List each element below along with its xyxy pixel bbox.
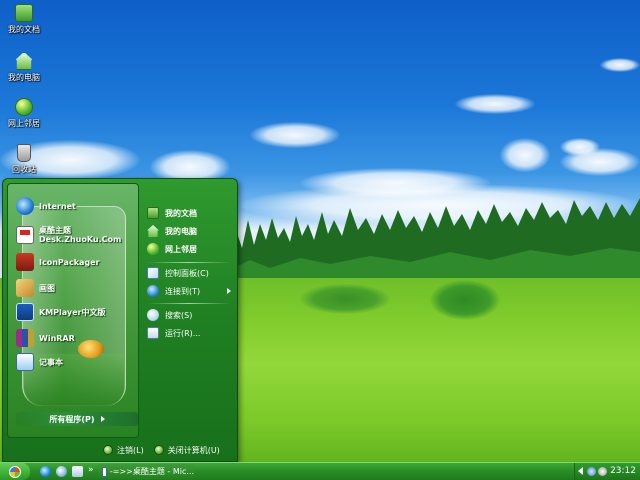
search-icon <box>147 309 159 321</box>
menu-item-label: 搜索(S) <box>165 310 193 320</box>
menu-item-label: 连接到(T) <box>165 286 201 296</box>
control-panel-icon <box>147 267 159 279</box>
menu-my-documents[interactable]: 我的文档 <box>147 205 197 221</box>
recycle-bin-icon <box>17 144 31 162</box>
program-winrar[interactable]: WinRAR <box>16 328 75 348</box>
computer-icon <box>147 225 159 237</box>
menu-item-label: 我的文档 <box>165 208 197 218</box>
menu-item-label: 控制面板(C) <box>165 268 209 278</box>
menu-my-computer[interactable]: 我的电脑 <box>147 223 197 239</box>
computer-icon <box>15 52 33 70</box>
program-iconpackager[interactable]: IconPackager <box>16 252 100 272</box>
program-zhuoku-theme[interactable]: 桌酷主题 Desk.ZhuoKu.Com <box>16 224 121 246</box>
program-label: 画图 <box>39 283 55 293</box>
iconpackager-icon <box>16 253 34 271</box>
menu-separator <box>147 303 231 304</box>
menu-item-label: 网上邻居 <box>165 244 197 254</box>
show-hidden-icons-arrow[interactable] <box>578 467 583 475</box>
folder-icon <box>147 207 159 219</box>
quicklaunch-ie-icon[interactable] <box>40 466 51 477</box>
folder-icon <box>15 4 33 22</box>
quicklaunch-show-desktop-icon[interactable] <box>72 466 83 477</box>
tray-volume-icon[interactable] <box>598 467 607 476</box>
system-tray: 23:12 <box>574 463 640 480</box>
network-icon <box>147 243 159 255</box>
program-notepad[interactable]: 记事本 <box>16 352 63 372</box>
desktop-icon-recycle-bin[interactable]: 回收站 <box>2 144 46 175</box>
menu-item-label: 我的电脑 <box>165 226 197 236</box>
pinned-programs-panel: Internet 桌酷主题 Desk.ZhuoKu.Com IconPackag… <box>7 183 139 438</box>
menu-network-places[interactable]: 网上邻居 <box>147 241 197 257</box>
window-icon <box>102 466 107 477</box>
power-icon <box>153 445 164 455</box>
menu-search[interactable]: 搜索(S) <box>147 307 192 323</box>
menu-connect-to[interactable]: 连接到(T) <box>147 283 200 299</box>
program-label: 记事本 <box>39 357 63 367</box>
menu-separator <box>147 262 231 263</box>
shutdown-label: 关闭计算机(U) <box>167 445 220 455</box>
tray-network-icon[interactable] <box>587 467 596 476</box>
quicklaunch-browser-icon[interactable] <box>56 466 67 477</box>
goldfish-artwork <box>78 340 104 358</box>
start-menu-footer: 注销(L) 关闭计算机(U) <box>103 441 237 459</box>
submenu-arrow-icon <box>227 288 231 294</box>
desktop-icon-label: 回收站 <box>12 165 36 174</box>
program-label: WinRAR <box>39 333 75 343</box>
menu-control-panel[interactable]: 控制面板(C) <box>147 265 209 281</box>
kmplayer-icon <box>16 303 34 321</box>
internet-explorer-icon <box>16 197 34 215</box>
theme-icon <box>16 226 34 244</box>
taskbar-window-button[interactable]: -=>>桌酷主题 - Mic... <box>98 464 194 479</box>
network-icon <box>15 98 33 116</box>
shutdown-button[interactable]: 关闭计算机(U) <box>153 445 220 456</box>
program-sublabel: Desk.ZhuoKu.Com <box>39 235 122 244</box>
menu-run[interactable]: 运行(R)... <box>147 325 200 341</box>
connect-icon <box>147 285 159 297</box>
paint-icon <box>16 279 34 297</box>
start-menu: Internet 桌酷主题 Desk.ZhuoKu.Com IconPackag… <box>2 178 238 462</box>
run-icon <box>147 327 159 339</box>
program-kmplayer[interactable]: KMPlayer中文版 <box>16 302 106 322</box>
program-label: KMPlayer中文版 <box>39 307 106 317</box>
program-label: Internet <box>39 201 76 211</box>
taskbar-window-label: -=>>桌酷主题 - Mic... <box>109 467 194 476</box>
program-paint[interactable]: 画图 <box>16 278 55 298</box>
logoff-label: 注销(L) <box>117 445 144 455</box>
notepad-icon <box>16 353 34 371</box>
arrow-right-icon <box>100 416 105 422</box>
menu-item-label: 运行(R)... <box>165 328 201 338</box>
logoff-icon <box>103 445 113 455</box>
all-programs-label: 所有程序(P) <box>49 414 95 424</box>
winrar-icon <box>16 329 34 347</box>
logoff-button[interactable]: 注销(L) <box>103 445 144 456</box>
quicklaunch-overflow-button[interactable]: » <box>88 465 94 475</box>
all-programs-button[interactable]: 所有程序(P) <box>16 412 138 426</box>
taskbar: » -=>>桌酷主题 - Mic... 23:12 <box>0 462 640 480</box>
program-label: IconPackager <box>39 257 100 267</box>
desktop-icon-network[interactable]: 网上邻居 <box>2 98 46 129</box>
program-internet[interactable]: Internet <box>16 196 76 216</box>
places-panel: 我的文档 我的电脑 网上邻居 控制面板(C) 连接到(T) 搜索(S) 运行(R… <box>141 199 235 369</box>
desktop-icon-my-computer[interactable]: 我的电脑 <box>2 52 46 83</box>
start-button[interactable] <box>0 463 30 480</box>
desktop-icon-label: 我的文档 <box>8 25 40 34</box>
clock[interactable]: 23:12 <box>610 466 636 476</box>
desktop-icon-label: 网上邻居 <box>8 119 40 128</box>
desktop-icon-my-documents[interactable]: 我的文档 <box>2 4 46 35</box>
desktop-icon-label: 我的电脑 <box>8 73 40 82</box>
windows-logo-icon <box>9 465 21 478</box>
program-label: 桌酷主题 <box>39 226 71 235</box>
